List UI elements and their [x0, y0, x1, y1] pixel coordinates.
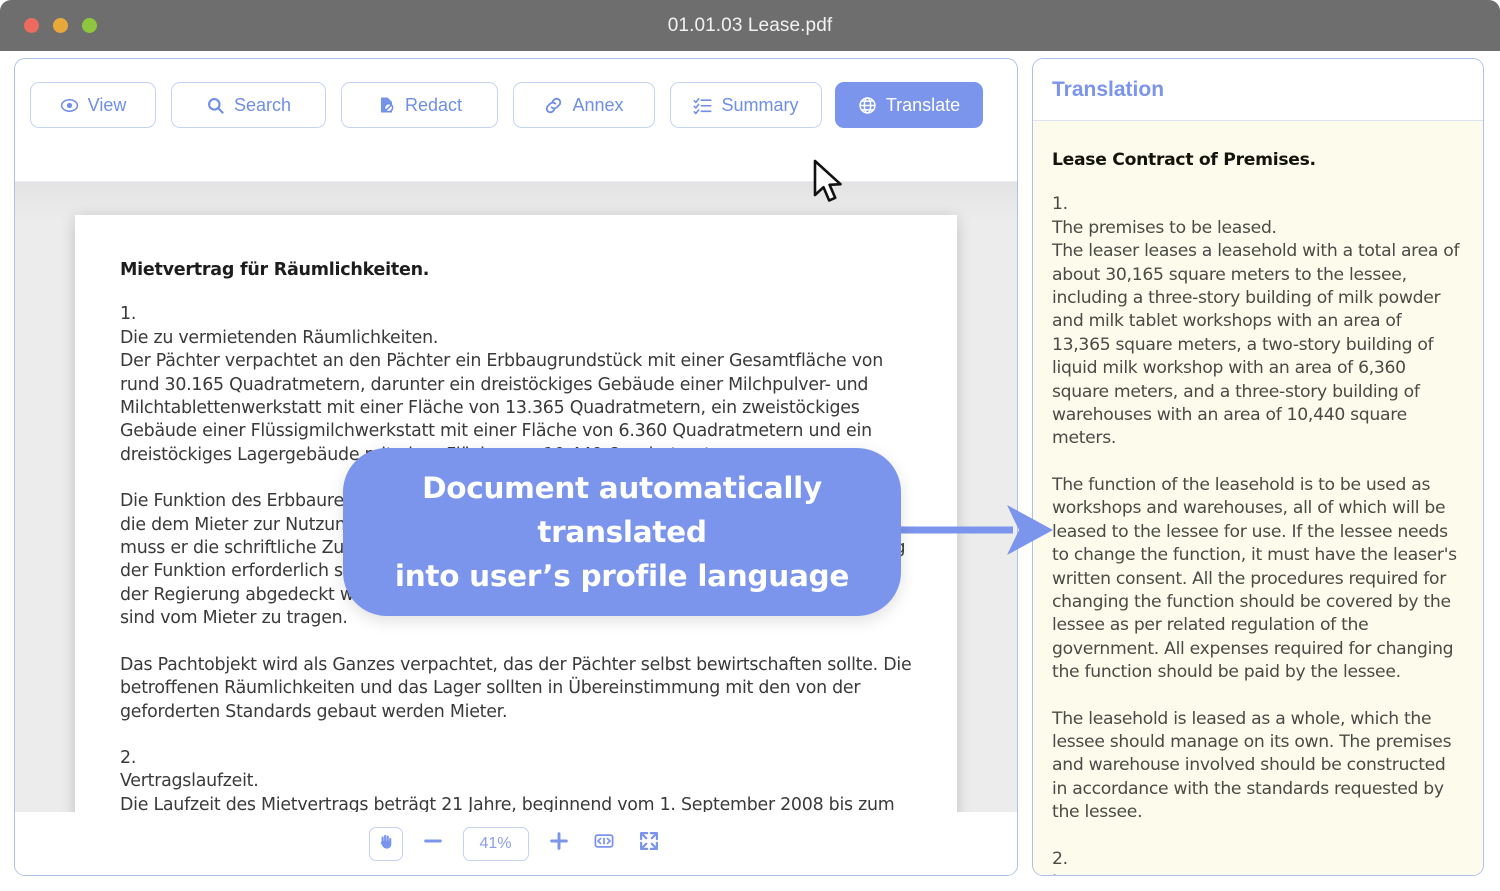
translation-header-label: Translation	[1052, 78, 1165, 101]
fit-width-button[interactable]	[589, 829, 619, 859]
translation-header: Translation	[1033, 59, 1483, 121]
callout-line-1: Document automatically translated	[422, 471, 822, 549]
translation-paragraph: 1. The premises to be leased. The leaser…	[1052, 194, 1460, 449]
workspace: View Search Redact Annex Summary Transla…	[0, 51, 1500, 891]
zoom-toolbar: 41%	[15, 812, 1017, 875]
translate-button[interactable]: Translate	[835, 82, 983, 128]
redact-icon	[377, 95, 396, 115]
hand-tool-button[interactable]	[368, 826, 403, 861]
callout-arrow	[895, 499, 1055, 561]
search-icon	[206, 96, 225, 115]
viewer-toolbar: View Search Redact Annex Summary Transla…	[15, 59, 1017, 182]
globe-icon	[858, 96, 877, 115]
translation-paragraph: The leasehold is leased as a whole, whic…	[1052, 708, 1452, 823]
document-paragraph: Das Pachtobjekt wird als Ganzes verpacht…	[120, 654, 912, 722]
zoom-in-button[interactable]	[544, 829, 574, 859]
view-button-label: View	[87, 94, 127, 115]
search-button-label: Search	[233, 94, 292, 115]
plus-icon	[548, 830, 570, 857]
summary-button-label: Summary	[721, 94, 799, 115]
window-title: 01.01.03 Lease.pdf	[667, 15, 833, 36]
translation-paragraph: The function of the leasehold is to be u…	[1052, 474, 1457, 683]
hand-icon	[377, 833, 394, 855]
app-window: 01.01.03 Lease.pdf View Search Redact An…	[0, 0, 1500, 891]
zoom-level-display[interactable]: 41%	[462, 826, 529, 861]
callout-bubble: Document automatically translated into u…	[343, 448, 901, 616]
translate-button-label: Translate	[885, 94, 961, 115]
translation-title: Lease Contract of Premises.	[1052, 150, 1316, 170]
search-button[interactable]: Search	[171, 82, 326, 128]
translation-paragraph: 2. Lease term. The lease term is 21 year…	[1052, 848, 1151, 875]
link-icon	[544, 96, 563, 115]
annex-button-label: Annex	[572, 94, 624, 115]
eye-icon	[60, 96, 79, 115]
fit-width-icon	[593, 830, 615, 857]
translation-panel: Translation Lease Contract of Premises. …	[1032, 58, 1484, 876]
view-button[interactable]: View	[30, 82, 156, 128]
redact-button-label: Redact	[404, 94, 463, 115]
fullscreen-button[interactable]	[634, 829, 664, 859]
fullscreen-icon	[638, 830, 660, 857]
translation-body[interactable]: Lease Contract of Premises. 1. The premi…	[1033, 121, 1483, 875]
redact-button[interactable]: Redact	[341, 82, 498, 128]
document-paragraph: 1. Die zu vermietenden Räumlichkeiten. D…	[120, 304, 883, 465]
window-titlebar: 01.01.03 Lease.pdf	[0, 0, 1500, 51]
list-check-icon	[693, 96, 713, 115]
callout-line-2: into user’s profile language	[394, 559, 850, 593]
annex-button[interactable]: Annex	[513, 82, 655, 128]
zoom-out-button[interactable]	[418, 829, 448, 859]
summary-button[interactable]: Summary	[670, 82, 822, 128]
minus-icon	[422, 830, 444, 857]
document-title: Mietvertrag für Räumlichkeiten.	[120, 260, 430, 280]
translation-text: Lease Contract of Premises. 1. The premi…	[1052, 149, 1464, 875]
